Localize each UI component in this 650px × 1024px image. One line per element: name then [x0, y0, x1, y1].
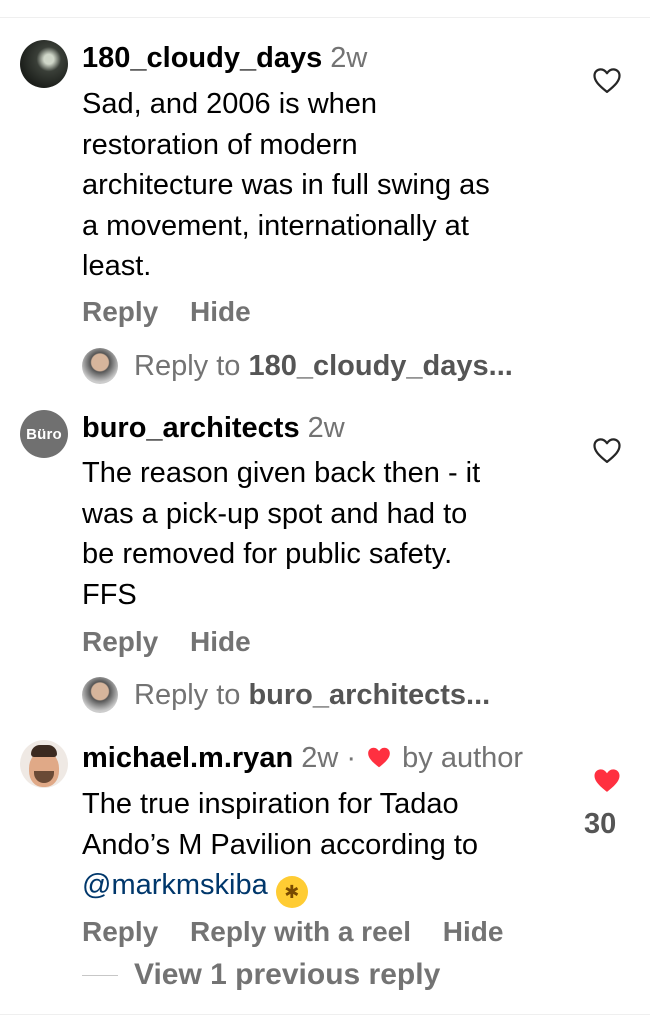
view-previous-replies[interactable]: View 1 previous reply [82, 958, 440, 992]
comment-header: michael.m.ryan 2w · by author [82, 740, 523, 776]
comment-header: 180_cloudy_days 2w [82, 40, 367, 76]
hide-button[interactable]: Hide [190, 626, 251, 657]
timestamp: 2w [307, 412, 345, 444]
avatar[interactable] [20, 40, 68, 88]
reply-button[interactable]: Reply [82, 296, 158, 327]
rolling-on-floor-laughing-icon: ✱ [275, 876, 308, 908]
comment-actions: Reply Hide [82, 626, 275, 658]
by-author-badge: by author [402, 742, 524, 774]
own-avatar [82, 677, 118, 713]
like-count: 30 [584, 808, 617, 840]
comment-text: The true inspiration for Tadao Ando’s M … [82, 784, 582, 908]
thread-line [82, 974, 118, 976]
reply-button[interactable]: Reply [82, 626, 158, 657]
comment-text: The reason given back then - it was a pi… [82, 457, 481, 611]
avatar[interactable]: Büro [20, 410, 68, 458]
liked-heart-icon[interactable] [592, 766, 622, 794]
reply-button[interactable]: Reply [82, 916, 158, 947]
timestamp: 2w [301, 742, 339, 774]
timestamp: 2w [330, 42, 368, 74]
like-heart-icon[interactable] [592, 66, 622, 94]
comment-actions: Reply Hide [82, 296, 275, 328]
like-heart-icon[interactable] [592, 436, 622, 464]
comment-header: buro_architects 2w [82, 410, 345, 446]
avatar[interactable] [20, 740, 68, 788]
reply-prompt[interactable]: Reply to buro_architects... [82, 677, 490, 713]
comment-actions: Reply Reply with a reel Hide [82, 916, 527, 948]
author-heart-icon [368, 747, 390, 768]
bottom-divider [0, 1014, 650, 1015]
reply-prompt[interactable]: Reply to 180_cloudy_days... [82, 348, 513, 384]
own-avatar [82, 348, 118, 384]
comment-text: Sad, and 2006 is when restoration of mod… [82, 88, 490, 282]
top-divider [0, 17, 650, 18]
separator: · [346, 742, 357, 774]
username[interactable]: michael.m.ryan [82, 742, 293, 774]
mention-link[interactable]: @markmskiba [82, 869, 268, 901]
username[interactable]: 180_cloudy_days [82, 42, 322, 74]
hide-button[interactable]: Hide [443, 916, 504, 947]
avatar-face [29, 745, 59, 787]
reply-with-reel-button[interactable]: Reply with a reel [190, 916, 411, 947]
hide-button[interactable]: Hide [190, 296, 251, 327]
username[interactable]: buro_architects [82, 412, 300, 444]
